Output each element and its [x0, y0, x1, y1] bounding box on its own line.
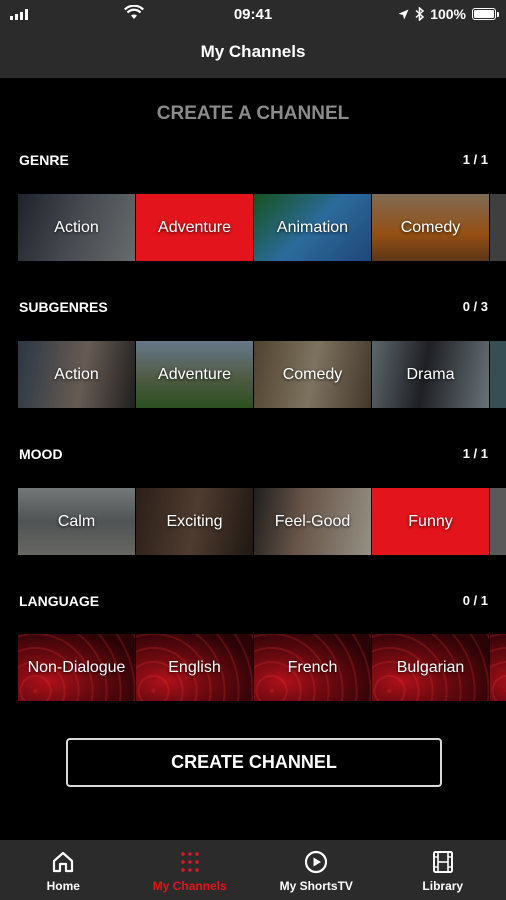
- language-tile[interactable]: Bulgarian: [372, 634, 489, 701]
- battery-icon: [472, 8, 499, 20]
- tile-label: Drama: [406, 365, 455, 383]
- mood-label: MOOD: [19, 446, 63, 462]
- tile-label: Comedy: [400, 218, 461, 236]
- subgenres-label: SUBGENRES: [19, 299, 108, 315]
- tab-bar: Home My Channels My ShortsTV Library: [0, 840, 506, 900]
- subgenres-header: SUBGENRES 0 / 3: [19, 299, 488, 315]
- tab-label: My ShortsTV: [279, 879, 353, 893]
- subgenres-tile[interactable]: Drama: [372, 341, 489, 408]
- mood-tile[interactable]: Funny: [372, 488, 489, 555]
- genre-header: GENRE 1 / 1: [19, 152, 488, 168]
- mood-tile[interactable]: Calm: [18, 488, 135, 555]
- tab-label: Library: [422, 879, 464, 893]
- bluetooth-icon: [415, 7, 425, 21]
- nav-header: My Channels: [0, 28, 506, 78]
- film-icon: [432, 851, 453, 873]
- tab-label: My Channels: [152, 879, 227, 893]
- subgenres-tile[interactable]: Adventure: [136, 341, 253, 408]
- tile-label: Bulgarian: [396, 658, 465, 676]
- tile-label: Adventure: [158, 365, 231, 383]
- genre-row: Action Adventure Animation Comedy: [18, 194, 506, 261]
- play-circle-icon: [305, 850, 328, 874]
- subgenres-tile[interactable]: [490, 341, 506, 408]
- tile-shade: [490, 194, 506, 261]
- language-tile[interactable]: Non-Dialogue: [18, 634, 135, 701]
- language-row: Non-Dialogue English French Bulgarian: [18, 634, 506, 701]
- genre-tile[interactable]: [490, 194, 506, 261]
- genre-tile[interactable]: Animation: [254, 194, 371, 261]
- tile-shade: [490, 341, 506, 408]
- tab-home[interactable]: Home: [0, 840, 127, 900]
- status-bar: 09:41 100%: [0, 0, 506, 28]
- tile-label: Calm: [57, 512, 96, 530]
- language-count: 0 / 1: [462, 593, 488, 608]
- language-tile[interactable]: English: [136, 634, 253, 701]
- page-title: My Channels: [200, 42, 306, 61]
- tile-shade: [490, 488, 506, 555]
- mood-tile[interactable]: Feel-Good: [254, 488, 371, 555]
- language-tile[interactable]: French: [254, 634, 371, 701]
- subgenres-tile[interactable]: Action: [18, 341, 135, 408]
- mood-tile[interactable]: Exciting: [136, 488, 253, 555]
- mood-tile[interactable]: [490, 488, 506, 555]
- language-tile[interactable]: [490, 634, 506, 701]
- genre-tile[interactable]: Adventure: [136, 194, 253, 261]
- location-icon: [398, 9, 409, 19]
- tile-label: French: [287, 658, 338, 676]
- language-label: LANGUAGE: [19, 593, 100, 609]
- mood-row: Calm Exciting Feel-Good Funny: [18, 488, 506, 555]
- tab-my-shortstv[interactable]: My ShortsTV: [253, 840, 380, 900]
- create-channel-button[interactable]: CREATE CHANNEL: [66, 738, 442, 787]
- tile-label: Funny: [408, 512, 453, 530]
- tile-label: Action: [54, 218, 99, 236]
- subgenres-count: 0 / 3: [462, 299, 488, 314]
- tile-label: Action: [54, 365, 99, 383]
- battery-percent: 100%: [430, 6, 466, 22]
- tile-label: Exciting: [166, 512, 223, 530]
- tile-label: Feel-Good: [274, 512, 351, 530]
- subgenres-tile[interactable]: Comedy: [254, 341, 371, 408]
- language-header: LANGUAGE 0 / 1: [19, 593, 488, 609]
- genre-tile[interactable]: Comedy: [372, 194, 489, 261]
- tab-my-channels[interactable]: My Channels: [127, 840, 254, 900]
- grid-icon: [180, 852, 199, 872]
- tile-label: Non-Dialogue: [27, 658, 126, 676]
- genre-count: 1 / 1: [462, 152, 488, 167]
- tile-label: Comedy: [282, 365, 343, 383]
- tile-label: Animation: [276, 218, 349, 236]
- mood-count: 1 / 1: [462, 446, 488, 461]
- mood-header: MOOD 1 / 1: [19, 446, 488, 462]
- subgenres-row: Action Adventure Comedy Drama: [18, 341, 506, 408]
- genre-label: GENRE: [19, 152, 69, 168]
- section-title: CREATE A CHANNEL: [156, 103, 350, 124]
- tab-label: Home: [46, 879, 80, 893]
- genre-tile[interactable]: Action: [18, 194, 135, 261]
- tab-library[interactable]: Library: [380, 840, 506, 900]
- home-icon: [53, 851, 74, 873]
- tile-label: Adventure: [158, 218, 231, 236]
- tile-label: English: [168, 658, 221, 676]
